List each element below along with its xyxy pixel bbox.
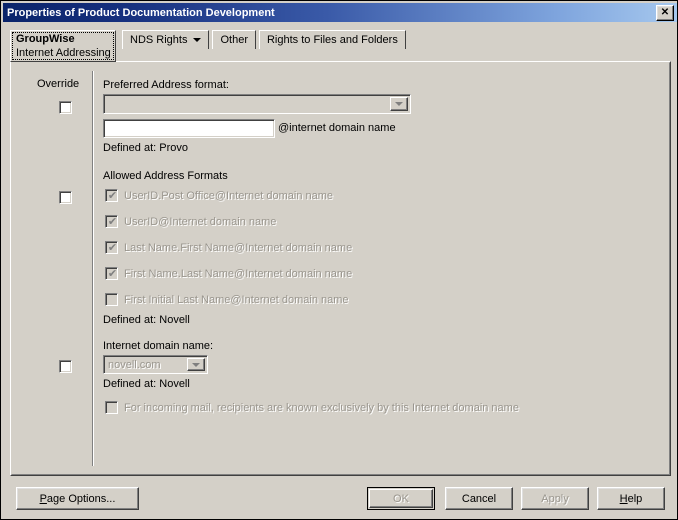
override-column-header: Override	[37, 78, 80, 90]
checkmark-icon: ✔	[107, 189, 118, 202]
tab-groupwise-label: GroupWise	[16, 33, 75, 45]
help-accel: H	[619, 492, 628, 505]
defined-at-novell-formats: Defined at: Novell	[103, 314, 190, 326]
page-options-accel: P	[39, 492, 47, 505]
allowed-format-label-2: Last Name.First Name@Internet domain nam…	[124, 242, 353, 254]
cancel-label: Cancel	[461, 492, 497, 505]
allowed-format-label-3: First Name.Last Name@Internet domain nam…	[124, 268, 353, 280]
tab-groupwise-row: GroupWise	[16, 33, 110, 45]
close-icon[interactable]: ✕	[656, 4, 674, 21]
column-divider	[92, 71, 94, 466]
help-label: elp	[627, 492, 643, 505]
help-button[interactable]: Help	[597, 487, 665, 510]
override-checkbox-preferred-address-format[interactable]	[59, 101, 72, 114]
preferred-address-format-combo[interactable]	[103, 94, 411, 114]
checkmark-icon: ✔	[107, 215, 118, 228]
secondary-tabs: NDS Rights Other Rights to Files and Fol…	[122, 30, 409, 49]
allowed-format-checkbox-3[interactable]: ✔	[105, 267, 118, 280]
allowed-format-label-0: UserID.Post Office@Internet domain name	[124, 190, 334, 202]
tab-nds-rights-label: NDS Rights	[130, 34, 188, 46]
tab-nds-rights[interactable]: NDS Rights	[122, 30, 210, 49]
cancel-button[interactable]: Cancel	[445, 487, 513, 510]
chevron-down-icon	[192, 362, 200, 367]
exclusive-domain-label: For incoming mail, recipients are known …	[124, 402, 519, 414]
exclusive-domain-checkbox[interactable]	[105, 401, 118, 414]
override-checkbox-allowed-address-formats[interactable]	[59, 191, 72, 204]
defined-at-provo: Defined at: Provo	[103, 142, 188, 154]
internet-domain-name-label: Internet domain name:	[103, 340, 214, 352]
combo-dropdown-button[interactable]	[390, 97, 408, 111]
tab-other[interactable]: Other	[212, 30, 256, 49]
allowed-format-checkbox-2[interactable]: ✔	[105, 241, 118, 254]
allowed-format-label-4: First Initial Last Name@Internet domain …	[124, 294, 349, 306]
override-checkbox-internet-domain-name[interactable]	[59, 360, 72, 373]
chevron-down-icon[interactable]	[193, 38, 202, 42]
checkmark-icon: ✔	[107, 241, 118, 254]
internet-domain-name-combo[interactable]: novell.com	[103, 355, 208, 374]
ok-label: OK	[393, 492, 409, 505]
tab-other-label: Other	[220, 34, 248, 46]
internet-domain-text-input[interactable]	[103, 119, 275, 138]
content-panel-inner: Override Preferred Address format: @inte…	[11, 62, 670, 475]
allowed-format-checkbox-4[interactable]	[105, 293, 118, 306]
allowed-address-formats-header: Allowed Address Formats	[103, 170, 228, 182]
internet-domain-name-combo-value: novell.com	[108, 358, 161, 371]
apply-label: Apply	[541, 492, 569, 505]
tab-rights-to-files-label: Rights to Files and Folders	[266, 34, 398, 46]
chevron-down-icon	[395, 102, 403, 106]
page-options-button[interactable]: Page Options...	[16, 487, 139, 510]
internet-domain-suffix-label: @internet domain name	[278, 122, 396, 134]
title-bar: Properties of Product Documentation Deve…	[3, 3, 677, 22]
defined-at-novell-domain: Defined at: Novell	[103, 378, 190, 390]
title-bar-buttons: ✕	[656, 4, 677, 21]
preferred-address-format-label: Preferred Address format:	[103, 79, 229, 91]
allowed-format-checkbox-1[interactable]: ✔	[105, 215, 118, 228]
allowed-format-label-1: UserID@Internet domain name	[124, 216, 277, 228]
apply-button[interactable]: Apply	[521, 487, 589, 510]
tab-rights-to-files-and-folders[interactable]: Rights to Files and Folders	[258, 30, 406, 49]
properties-dialog: Properties of Product Documentation Deve…	[0, 0, 678, 520]
tab-groupwise[interactable]: GroupWise Internet Addressing	[10, 30, 116, 62]
tab-strip: GroupWise Internet Addressing NDS Rights…	[10, 30, 671, 62]
allowed-format-checkbox-0[interactable]: ✔	[105, 189, 118, 202]
combo-dropdown-button[interactable]	[187, 358, 205, 371]
ok-button[interactable]: OK	[367, 487, 435, 510]
tab-internet-addressing-label: Internet Addressing	[16, 47, 111, 59]
page-options-label: age Options...	[46, 492, 116, 505]
window-title: Properties of Product Documentation Deve…	[7, 6, 275, 19]
checkmark-icon: ✔	[107, 267, 118, 280]
content-panel: Override Preferred Address format: @inte…	[10, 61, 671, 476]
